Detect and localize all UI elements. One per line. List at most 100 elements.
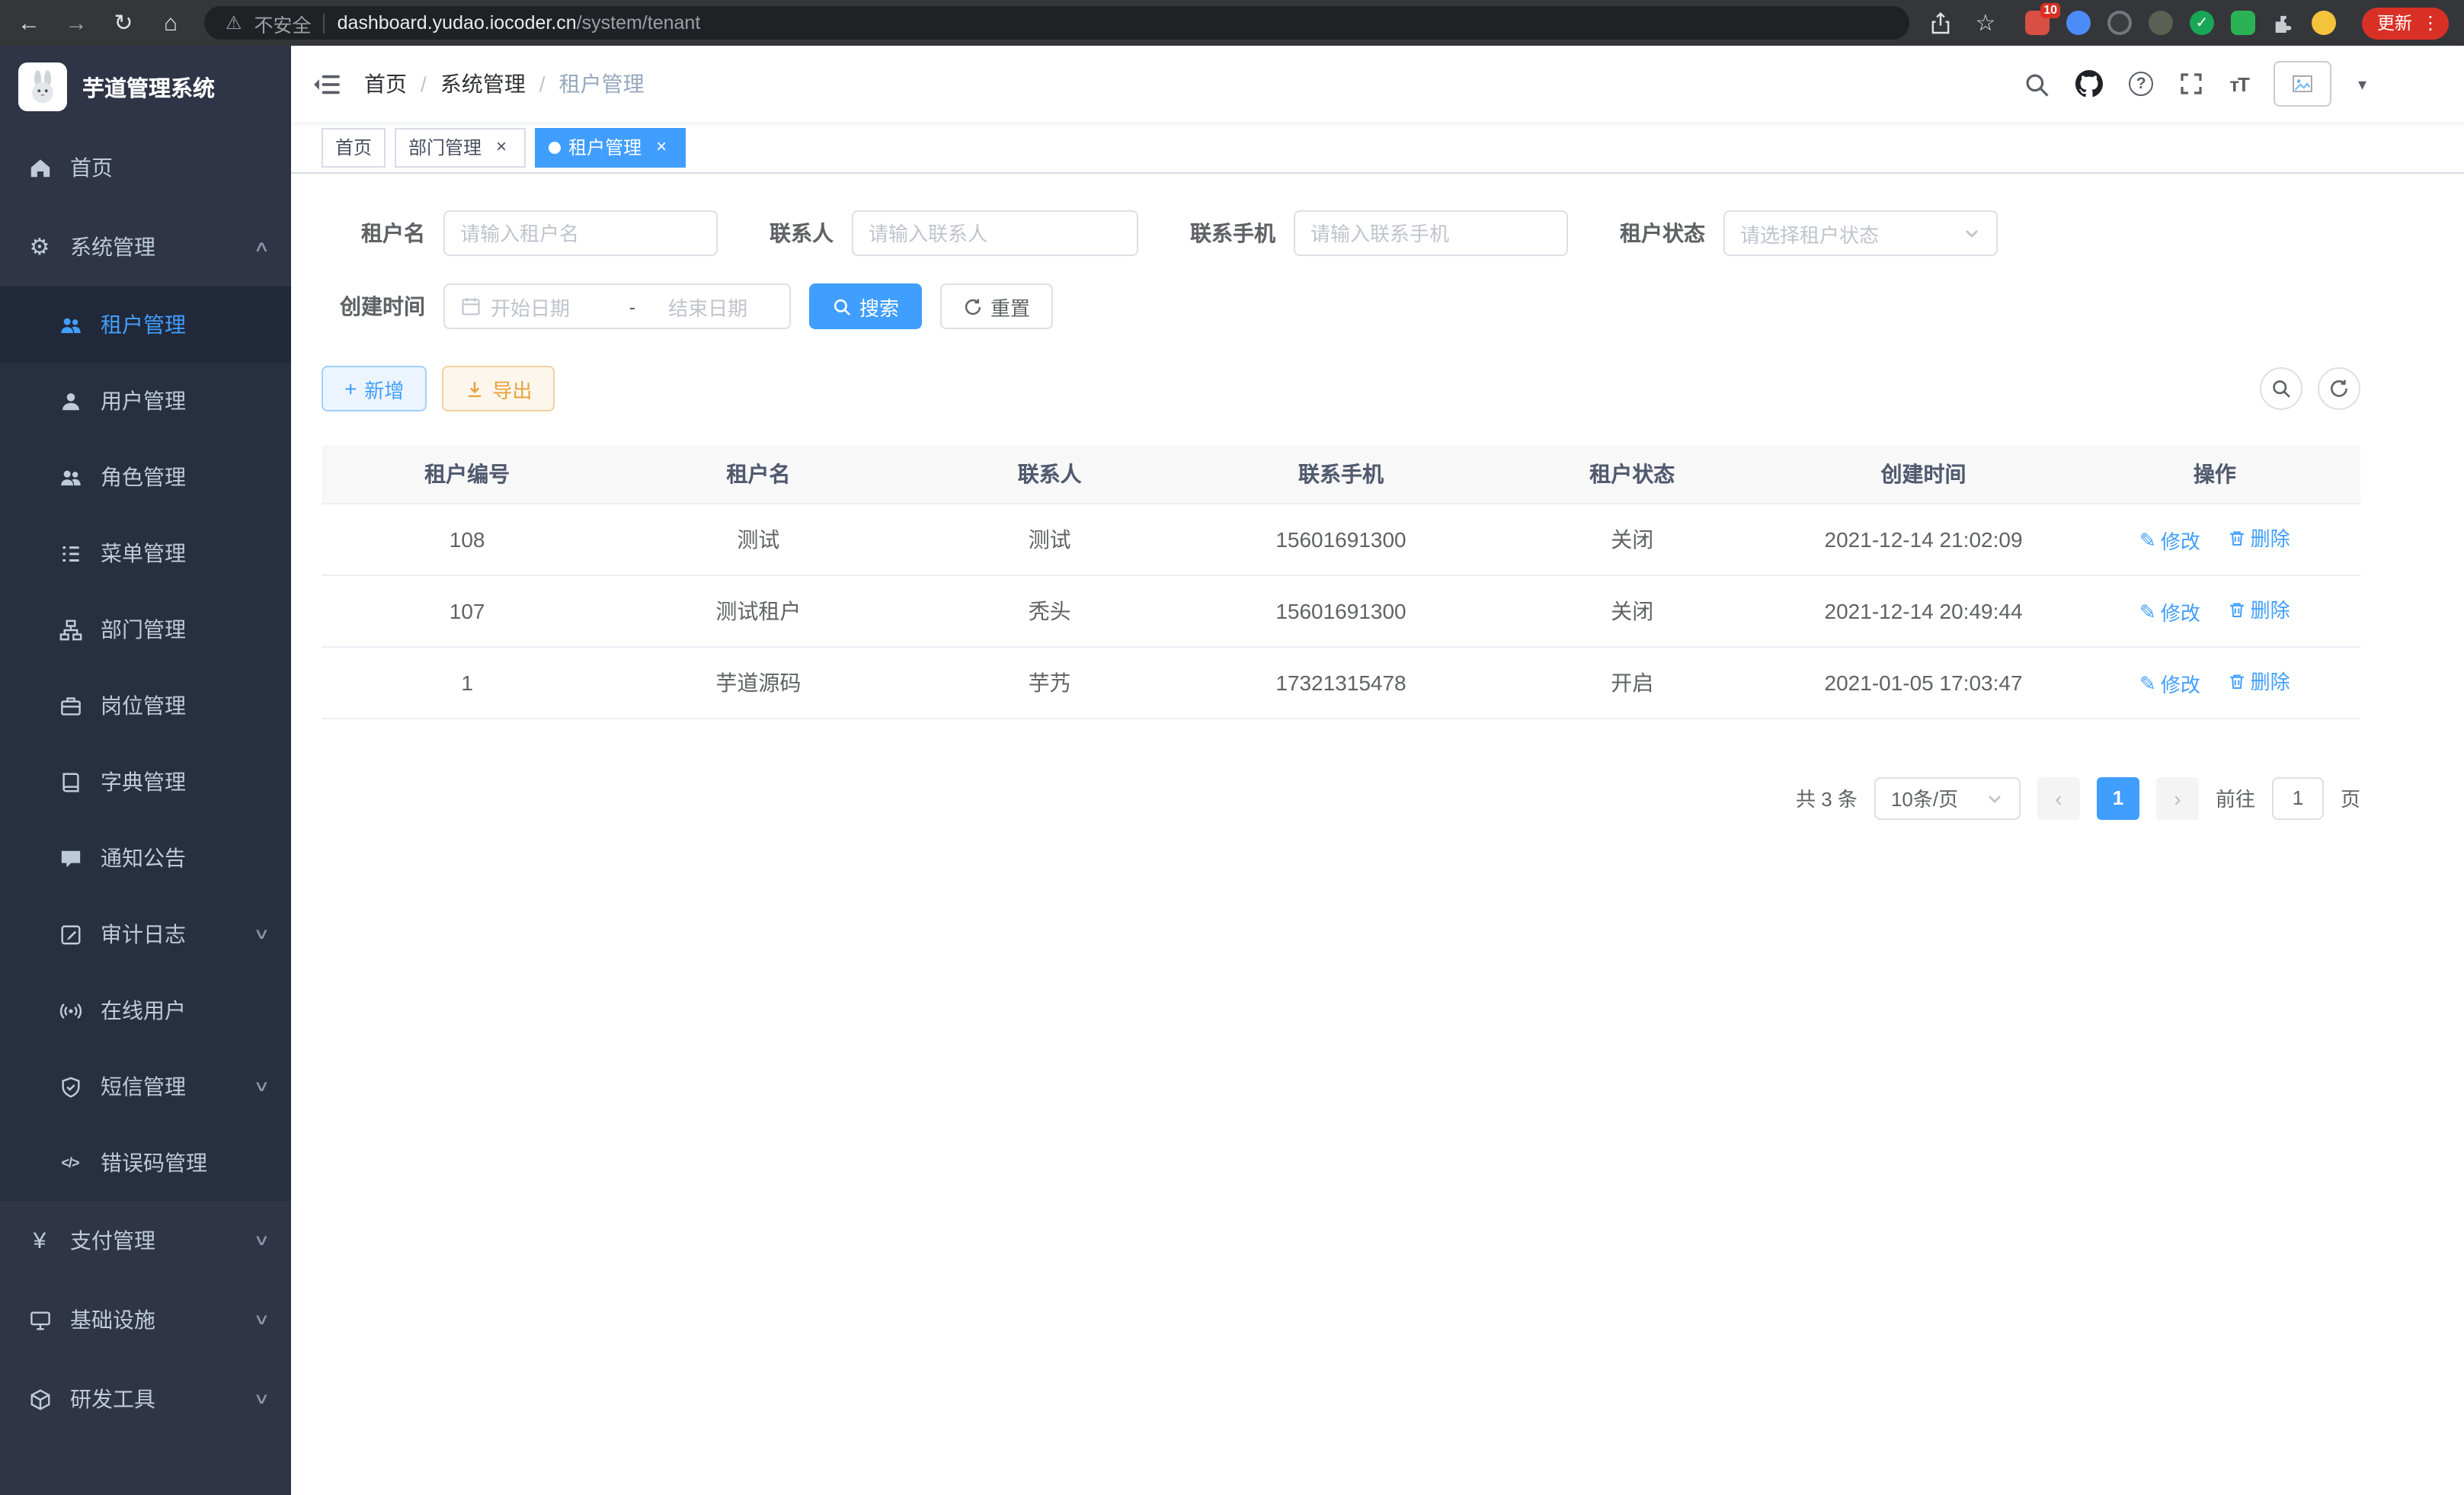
sidebar-group-label: 支付管理 [70,1225,155,1256]
sidebar-item-role[interactable]: 角色管理 [0,439,291,515]
browser-back-button[interactable]: ← [15,10,43,36]
extension-icon[interactable] [2066,11,2091,35]
edit-link[interactable]: ✎修改 [2139,526,2200,555]
sidebar-item-label: 菜单管理 [101,538,186,568]
bookmark-star-icon[interactable]: ☆ [1972,9,1999,37]
close-icon[interactable]: × [651,136,672,158]
cell-contact: 测试 [904,503,1195,575]
table-header: 租户编号 租户名 联系人 联系手机 租户状态 创建时间 操作 [322,445,2360,503]
cell-status: 开启 [1486,646,1778,718]
browser-forward-button[interactable]: → [62,10,90,36]
breadcrumb-home[interactable]: 首页 [364,69,407,99]
tab-dept[interactable]: 部门管理 × [395,127,526,167]
page-content: 租户名 联系人 联系手机 租户状态 请选择租户状态 [291,174,2464,1495]
address-bar[interactable]: ⚠ 不安全 dashboard.yudao.iocoder.cn/system/… [204,6,1909,40]
pagination-total: 共 3 条 [1796,783,1858,812]
security-warning-icon: ⚠ [226,12,242,34]
screen: ← → ↻ ⌂ ⚠ 不安全 dashboard.yudao.iocoder.cn… [0,0,2464,1495]
search-button-label: 搜索 [859,292,899,321]
search-button[interactable]: 搜索 [809,283,922,329]
app-logo[interactable]: 芋道管理系统 [0,46,291,128]
page-size-select[interactable]: 10条/页 [1874,776,2021,819]
font-size-icon[interactable]: тT [2229,72,2248,95]
tab-label: 首页 [335,134,372,160]
browser-menu-kebab-icon[interactable]: ⋮ [2421,12,2440,34]
filter-row-1: 租户名 联系人 联系手机 租户状态 请选择租户状态 [322,210,2360,256]
sidebar-item-menu[interactable]: 菜单管理 [0,515,291,591]
goto-page-input[interactable] [2272,776,2324,819]
phone-input[interactable] [1310,222,1551,245]
sidebar-item-user[interactable]: 用户管理 [0,363,291,439]
reset-button[interactable]: 重置 [940,283,1053,329]
delete-link[interactable]: 删除 [2228,523,2290,552]
sidebar-item-notice[interactable]: 通知公告 [0,820,291,896]
sidebar-group-system[interactable]: ⚙ 系统管理 ∧ [0,207,291,287]
sidebar-item-online[interactable]: 在线用户 [0,972,291,1048]
extensions-puzzle-icon[interactable] [2272,11,2295,34]
avatar-caret-icon[interactable]: ▾ [2358,74,2366,94]
trash-icon [2228,600,2246,618]
browser-update-button[interactable]: 更新 ⋮ [2362,7,2449,39]
chevron-down-icon: ∨ [253,1078,270,1095]
sidebar-group-sms[interactable]: 短信管理 ∨ [0,1048,291,1125]
extension-icon[interactable] [2149,11,2173,35]
cell-phone: 15601691300 [1195,575,1486,646]
share-icon[interactable] [1929,11,1952,34]
tab-label: 部门管理 [408,134,482,160]
security-label: 不安全 [254,8,312,37]
chevron-down-icon [1986,789,2004,807]
add-button[interactable]: + 新增 [322,366,427,411]
next-page-button[interactable]: › [2156,776,2199,819]
edit-link[interactable]: ✎修改 [2139,669,2200,698]
status-select-placeholder: 请选择租户状态 [1740,219,1879,248]
sidebar-item-home[interactable]: 首页 [0,128,291,207]
profile-avatar[interactable] [2312,11,2336,35]
sidebar-item-post[interactable]: 岗位管理 [0,667,291,744]
status-select[interactable]: 请选择租户状态 [1723,210,1998,256]
edit-link[interactable]: ✎修改 [2139,597,2200,626]
delete-link[interactable]: 删除 [2228,666,2290,695]
sidebar-item-errcode[interactable]: </> 错误码管理 [0,1125,291,1201]
export-button[interactable]: 导出 [442,366,555,411]
search-icon [832,296,852,316]
sidebar-group-audit[interactable]: 审计日志 ∨ [0,896,291,972]
contact-input[interactable] [869,222,1122,245]
cell-contact: 芋艿 [904,646,1195,718]
sidebar-item-dept[interactable]: 部门管理 [0,591,291,667]
sidebar-group-dev[interactable]: 研发工具 ∨ [0,1359,291,1439]
sidebar-group-pay[interactable]: ¥ 支付管理 ∨ [0,1201,291,1280]
browser-reload-button[interactable]: ↻ [110,9,137,37]
fullscreen-icon[interactable] [2179,72,2203,96]
sidebar-menu: 首页 ⚙ 系统管理 ∧ 租户管理 [0,128,291,1439]
sidebar-item-dict[interactable]: 字典管理 [0,744,291,820]
extension-icon[interactable] [2107,11,2132,35]
cell-phone: 15601691300 [1195,503,1486,575]
tab-home[interactable]: 首页 [322,127,386,167]
help-icon[interactable]: ? [2129,72,2153,96]
tab-tenant[interactable]: 租户管理 × [535,127,686,167]
user-avatar[interactable] [2274,61,2332,107]
extension-icon[interactable]: 10 [2025,11,2050,35]
browser-home-button[interactable]: ⌂ [157,10,184,36]
filter-tenant-name: 租户名 [322,210,718,256]
sidebar-item-tenant[interactable]: 租户管理 [0,287,291,363]
cell-tenant-name: 测试租户 [613,575,904,646]
extension-icon[interactable] [2231,11,2255,35]
date-range-picker[interactable]: 开始日期 - 结束日期 [443,283,791,329]
close-icon[interactable]: × [491,136,512,158]
prev-page-button[interactable]: ‹ [2037,776,2080,819]
search-icon[interactable] [2024,71,2050,97]
breadcrumb-system[interactable]: 系统管理 [440,69,526,99]
refresh-table-button[interactable] [2318,367,2360,410]
tenant-name-input[interactable] [460,222,701,245]
github-icon[interactable] [2075,70,2103,98]
extension-icon[interactable]: ✓ [2190,11,2214,35]
export-button-label: 导出 [492,374,532,403]
sidebar-collapse-button[interactable] [312,69,341,98]
page-number-1[interactable]: 1 [2097,776,2139,819]
sidebar-group-infra[interactable]: 基础设施 ∨ [0,1280,291,1359]
toggle-search-button[interactable] [2260,367,2302,410]
delete-link[interactable]: 删除 [2228,594,2290,623]
sidebar-item-label: 错误码管理 [101,1148,207,1178]
app-frame: 芋道管理系统 首页 ⚙ 系统管理 ∧ [0,46,2464,1495]
